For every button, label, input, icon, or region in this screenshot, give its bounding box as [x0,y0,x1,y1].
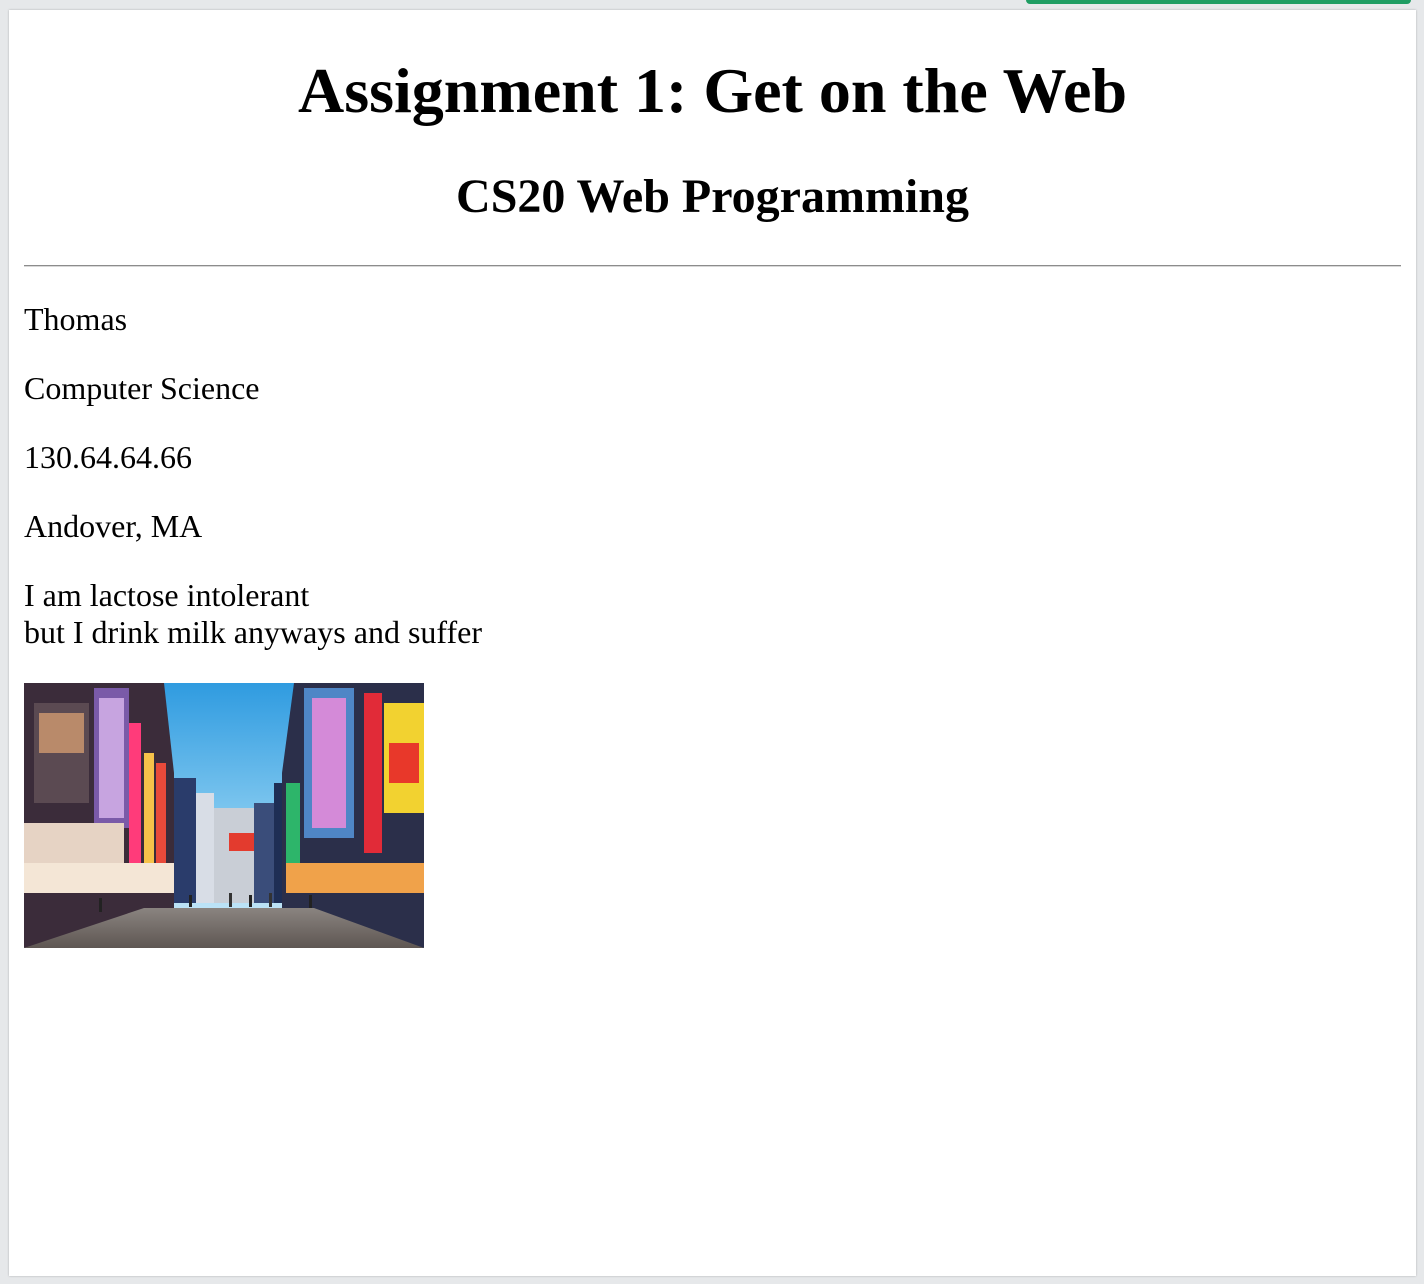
fun-fact-paragraph: I am lactose intolerant but I drink milk… [24,577,482,651]
fun-fact-line-2: but I drink milk anyways and suffer [24,614,482,650]
top-accent-strip [1026,0,1411,4]
ip-address-text: 130.64.64.66 [24,439,192,475]
page-title: Assignment 1: Get on the Web [297,55,1128,126]
fun-fact-line-1: I am lactose intolerant [24,577,310,613]
page-subtitle: CS20 Web Programming [456,170,969,223]
major-text: Computer Science [24,370,260,406]
document-page: Assignment 1: Get on the Web CS20 Web Pr… [9,10,1416,1276]
city-street-photo [24,683,424,948]
location-text: Andover, MA [24,508,203,544]
horizontal-rule [24,265,1401,267]
name-text: Thomas [24,301,128,337]
